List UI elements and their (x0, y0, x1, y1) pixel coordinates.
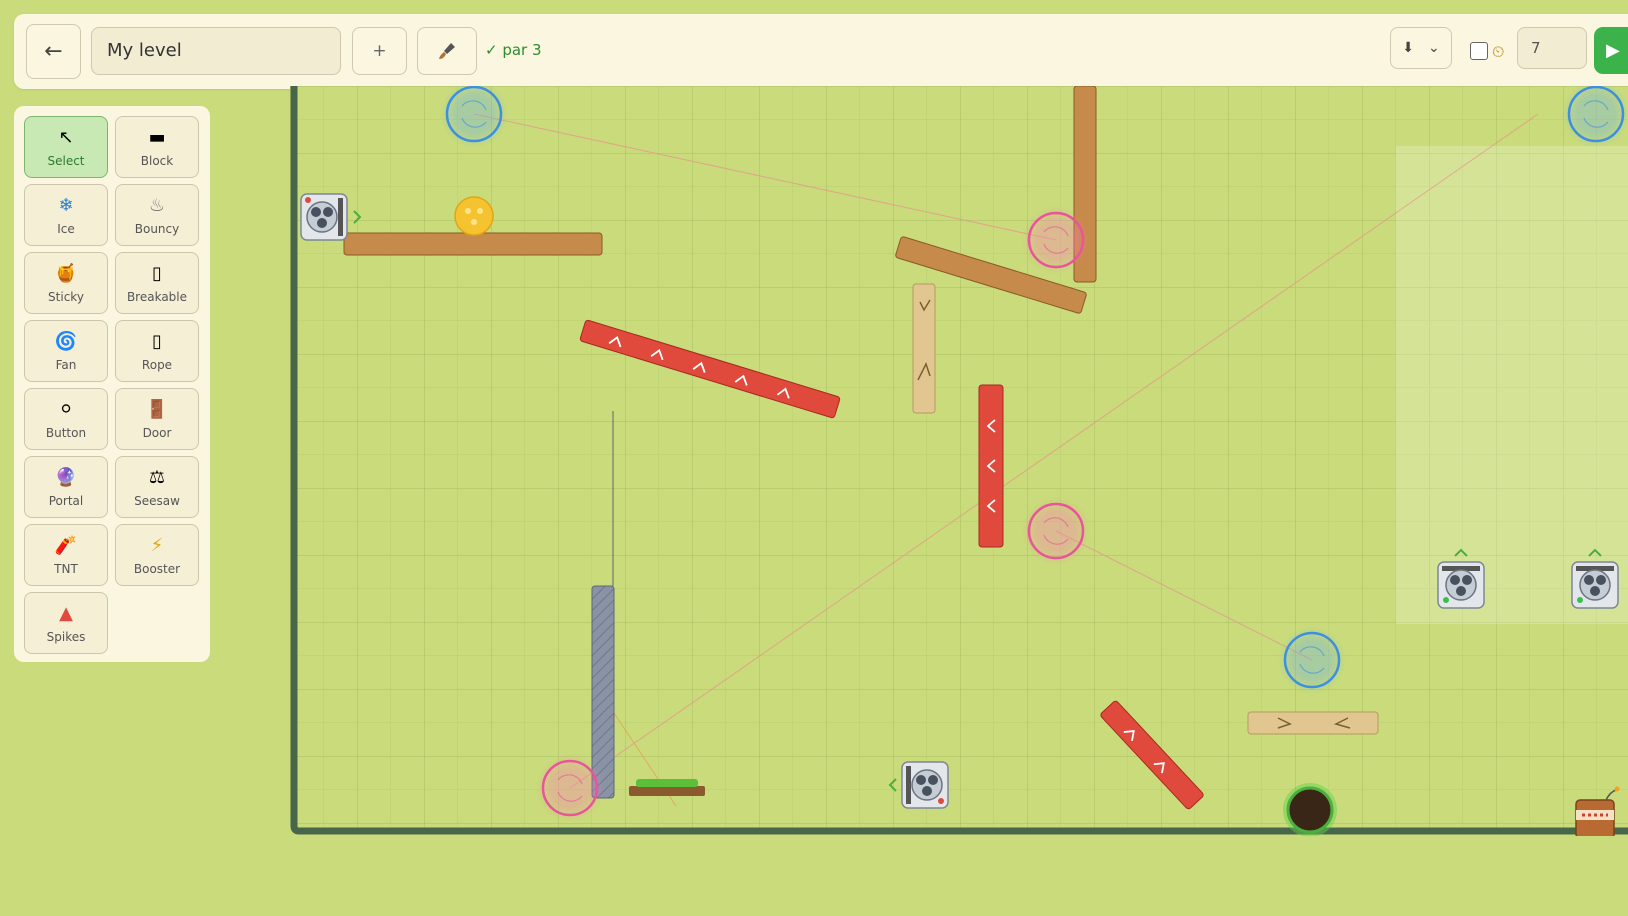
level-board[interactable] (290, 86, 1628, 836)
tool-spikes[interactable]: ▲ Spikes (24, 592, 108, 654)
wood-plank[interactable] (343, 232, 603, 256)
brush-button[interactable] (417, 27, 477, 75)
pressure-button[interactable] (629, 779, 705, 796)
level-canvas[interactable] (290, 86, 1628, 836)
breakable-block[interactable] (912, 283, 936, 414)
tool-booster[interactable]: ⚡ Booster (115, 524, 199, 586)
tnt-icon: 🧨 (54, 535, 78, 556)
tool-label: Portal (48, 493, 84, 508)
tool-label: Booster (133, 561, 181, 576)
tool-label: Rope (141, 357, 173, 372)
tool-label: Breakable (126, 289, 188, 304)
down-arrow-icon: ⬇ (1402, 40, 1414, 56)
booster-pad[interactable] (978, 384, 1004, 548)
tool-select[interactable]: ↖ Select (24, 116, 108, 178)
tool-tnt[interactable]: 🧨 TNT (24, 524, 108, 586)
tool-label: TNT (54, 561, 78, 576)
chevron-down-icon: ⌄ (1428, 40, 1440, 56)
tool-label: Ice (57, 221, 75, 236)
add-button[interactable]: + (352, 27, 407, 75)
tool-label: Bouncy (134, 221, 180, 236)
tool-fan[interactable]: 🌀 Fan (24, 320, 108, 382)
portal-pink[interactable] (1022, 497, 1090, 565)
goal-hole[interactable] (1283, 783, 1337, 836)
tool-ice[interactable]: ❄ Ice (24, 184, 108, 246)
gravity-direction-select[interactable]: ⬇ ⌄ (1390, 27, 1452, 69)
tool-button[interactable]: ⚪ Button (24, 388, 108, 450)
par-status: ✓ par 3 (485, 41, 542, 59)
tool-label: Select (47, 153, 85, 168)
tool-palette: ↖ Select ▬ Block ❄ Ice ♨ Bouncy 🍯 Sticky ▯ Bre… (14, 106, 210, 662)
brush-icon (439, 43, 455, 59)
tool-sticky[interactable]: 🍯 Sticky (24, 252, 108, 314)
tool-seesaw[interactable]: ⚖ Seesaw (115, 456, 199, 518)
tool-label: Block (140, 153, 174, 168)
tool-bouncy[interactable]: ♨ Bouncy (115, 184, 199, 246)
tool-portal[interactable]: 🔮 Portal (24, 456, 108, 518)
tool-label: Fan (55, 357, 77, 372)
back-arrow-icon: ← (44, 39, 63, 64)
tool-label: Spikes (46, 629, 86, 644)
tool-label: Button (45, 425, 87, 440)
door-icon: 🚪 (145, 399, 169, 420)
bouncy-icon: ♨ (148, 195, 166, 216)
timer-checkbox[interactable] (1470, 42, 1488, 60)
rope-icon: ▯ (152, 331, 162, 352)
fan-icon: 🌀 (54, 331, 78, 352)
timer-icon: ⏲ (1492, 42, 1505, 61)
tool-door[interactable]: 🚪 Door (115, 388, 199, 450)
time-input[interactable]: 7 (1517, 27, 1587, 69)
plus-icon: + (372, 41, 387, 61)
cursor-icon: ↖ (58, 127, 74, 148)
play-icon: ▶ (1606, 40, 1620, 61)
tool-label: Door (142, 425, 172, 440)
back-button[interactable]: ← (26, 24, 81, 79)
button-icon: ⚪ (58, 399, 74, 420)
tool-label: Seesaw (134, 493, 180, 508)
tool-breakable[interactable]: ▯ Breakable (115, 252, 199, 314)
spikes-icon: ▲ (59, 603, 73, 624)
level-name-input[interactable]: My level (91, 27, 341, 75)
portal-pink[interactable] (1022, 206, 1090, 274)
breakable-block[interactable] (1247, 711, 1379, 735)
portal-pink[interactable] (536, 754, 604, 822)
booster-icon: ⚡ (150, 535, 164, 556)
portal-icon: 🔮 (54, 467, 78, 488)
seesaw-icon: ⚖ (148, 467, 166, 488)
tool-rope[interactable]: ▯ Rope (115, 320, 199, 382)
player-ball[interactable] (454, 196, 494, 236)
breakable-icon: ▯ (152, 263, 162, 284)
block-icon: ▬ (148, 127, 166, 148)
snowflake-icon: ❄ (58, 195, 74, 216)
play-button[interactable]: ▶ (1594, 27, 1628, 74)
top-toolbar: ← My level + ✓ par 3 ⬇ ⌄ ⏲ 7 ▶ (14, 14, 1628, 89)
tool-label: Sticky (48, 289, 84, 304)
honey-icon: 🍯 (54, 263, 78, 284)
tool-block[interactable]: ▬ Block (115, 116, 199, 178)
portal-blue[interactable] (1278, 626, 1346, 694)
